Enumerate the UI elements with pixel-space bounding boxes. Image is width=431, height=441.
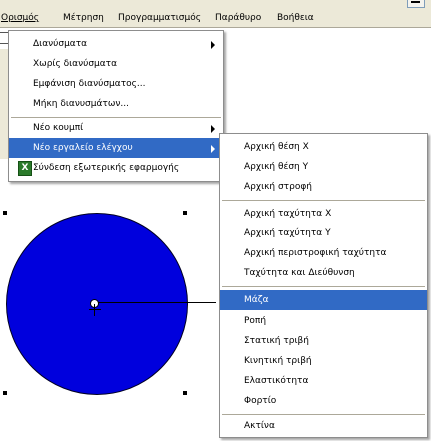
submenu-item-charge[interactable]: Φορτίο	[220, 391, 427, 411]
menu-item-show-vector[interactable]: Εμφάνιση διανύσματος...	[9, 74, 223, 94]
menu-separator	[222, 414, 425, 415]
submenu-item-initial-angular-velocity[interactable]: Αρχική περιστροφική ταχύτητα	[220, 243, 427, 263]
menu-help[interactable]: Βοήθεια	[277, 12, 314, 24]
menu-item-external-app[interactable]: X Σύνδεση εξωτερικής εφαρμογής	[9, 158, 223, 178]
menu-separator	[222, 286, 425, 287]
menu-item-new-button[interactable]: Νέο κουμπί	[9, 118, 223, 138]
menu-item-vector-lengths[interactable]: Μήκη διανυσμάτων...	[9, 94, 223, 114]
radius-line	[96, 302, 216, 303]
selection-handle[interactable]	[3, 391, 7, 395]
submenu-item-torque[interactable]: Ροπή	[220, 311, 427, 331]
window-top-strip	[0, 0, 431, 9]
menu-item-new-control[interactable]: Νέο εργαλείο ελέγχου	[9, 138, 223, 158]
submenu-item-initial-vx[interactable]: Αρχική ταχύτητα X	[220, 204, 427, 224]
menu-programming[interactable]: Προγραμματισμός	[118, 12, 201, 24]
submenu-item-speed-direction[interactable]: Ταχύτητα και Διεύθυνση	[220, 263, 427, 283]
control-submenu: Αρχική θέση X Αρχική θέση Y Αρχική στροφ…	[219, 133, 428, 438]
excel-icon: X	[18, 161, 32, 176]
submenu-item-initial-vy[interactable]: Αρχική ταχύτητα Y	[220, 223, 427, 243]
submenu-item-initial-rotation[interactable]: Αρχική στροφή	[220, 177, 427, 197]
submenu-item-kinetic-friction[interactable]: Κινητική τριβή	[220, 351, 427, 371]
menu-item-vectors[interactable]: Διανύσματα	[9, 34, 223, 54]
minimize-button[interactable]	[407, 0, 425, 8]
selection-handle[interactable]	[3, 211, 7, 215]
selection-handle[interactable]	[183, 211, 187, 215]
submenu-item-initial-y[interactable]: Αρχική θέση Y	[220, 157, 427, 177]
submenu-arrow-icon	[211, 125, 215, 133]
menu-measure[interactable]: Μέτρηση	[63, 12, 104, 24]
menubar: Ορισμός Μέτρηση Προγραμματισμός Παράθυρο…	[0, 9, 431, 28]
menu-define[interactable]: Ορισμός	[1, 12, 39, 24]
selection-handle[interactable]	[183, 391, 187, 395]
submenu-arrow-icon	[211, 145, 215, 153]
move-cursor-icon	[89, 304, 101, 316]
menu-window[interactable]: Παράθυρο	[215, 12, 261, 24]
define-menu: Διανύσματα Χωρίς διανύσματα Εμφάνιση δια…	[8, 30, 224, 182]
menu-item-no-vectors[interactable]: Χωρίς διανύσματα	[9, 54, 223, 74]
submenu-item-static-friction[interactable]: Στατική τριβή	[220, 331, 427, 351]
menu-separator	[222, 200, 425, 201]
submenu-item-mass[interactable]: Μάζα	[220, 290, 427, 310]
submenu-item-radius[interactable]: Ακτίνα	[220, 416, 427, 436]
submenu-item-initial-x[interactable]: Αρχική θέση X	[220, 137, 427, 157]
submenu-item-elasticity[interactable]: Ελαστικότητα	[220, 371, 427, 391]
left-toolbar	[0, 49, 8, 159]
submenu-arrow-icon	[211, 41, 215, 49]
